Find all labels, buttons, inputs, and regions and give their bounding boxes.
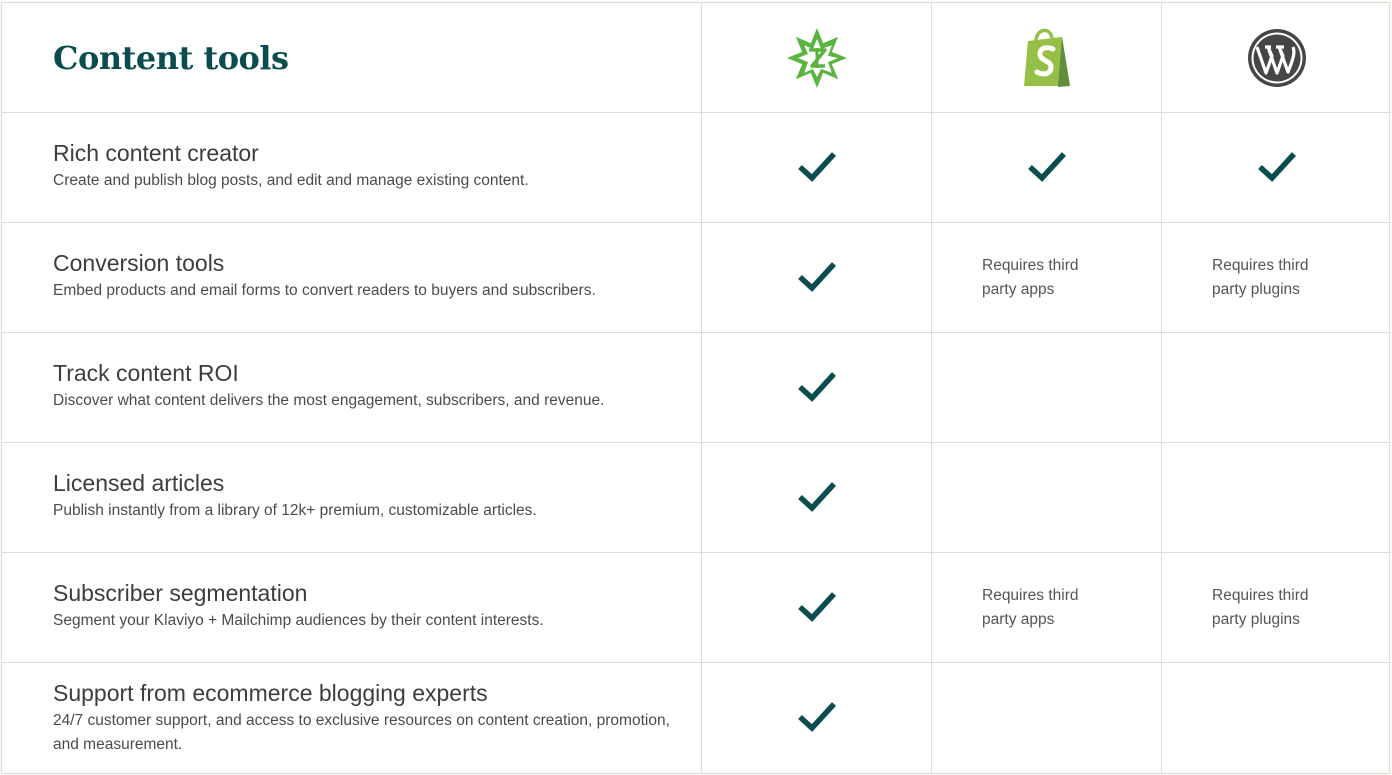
- table-cell-col1: [702, 333, 932, 443]
- table-cell-col1: [702, 443, 932, 553]
- table-header-title-cell: Content tools: [2, 3, 702, 113]
- table-cell-col1: [702, 113, 932, 223]
- requirement-note: Requires third party plugins: [1212, 587, 1309, 628]
- feature-name: Track content ROI: [53, 360, 239, 386]
- table-cell-col2-empty: [932, 333, 1162, 443]
- table-cell-col2-empty: [932, 663, 1162, 773]
- table-cell-col2: Requires third party apps: [932, 553, 1162, 663]
- feature-description: Discover what content delivers the most …: [53, 392, 605, 409]
- table-cell-col3-empty: [1162, 443, 1391, 553]
- table-cell-col2: [932, 113, 1162, 223]
- column-header-3: [1162, 3, 1391, 113]
- feature-description: Embed products and email forms to conver…: [53, 282, 596, 299]
- table-row-feature: Support from ecommerce blogging experts …: [2, 663, 702, 773]
- table-row-feature: Conversion tools Embed products and emai…: [2, 223, 702, 333]
- table-cell-col3: [1162, 113, 1391, 223]
- comparison-table: Content tools Rich content creator Creat…: [1, 2, 1391, 774]
- table-cell-col2: Requires third party apps: [932, 223, 1162, 333]
- column-header-1: [702, 3, 932, 113]
- checkmark-icon: [797, 371, 836, 402]
- table-cell-col1: [702, 223, 932, 333]
- table-row-feature: Subscriber segmentation Segment your Kla…: [2, 553, 702, 663]
- table-row-feature: Rich content creator Create and publish …: [2, 113, 702, 223]
- page: Content tools Rich content creator Creat…: [0, 0, 1392, 775]
- table-row-feature: Licensed articles Publish instantly from…: [2, 443, 702, 553]
- feature-description: 24/7 customer support, and access to exc…: [53, 712, 670, 753]
- wordpress-logo-icon: [1247, 28, 1306, 87]
- checkmark-icon: [797, 151, 836, 182]
- star-burst-logo-icon: [786, 27, 847, 88]
- feature-name: Licensed articles: [53, 470, 225, 496]
- checkmark-icon: [797, 481, 836, 512]
- column-header-2: [932, 3, 1162, 113]
- feature-name: Subscriber segmentation: [53, 580, 308, 606]
- checkmark-icon: [797, 591, 836, 622]
- table-cell-col3-empty: [1162, 663, 1391, 773]
- table-title: Content tools: [53, 38, 289, 77]
- requirement-note: Requires third party apps: [982, 587, 1079, 628]
- table-cell-col1: [702, 663, 932, 773]
- requirement-note: Requires third party apps: [982, 257, 1079, 298]
- requirement-note: Requires third party plugins: [1212, 257, 1309, 298]
- checkmark-icon: [1027, 151, 1066, 182]
- table-cell-col3: Requires third party plugins: [1162, 553, 1391, 663]
- table-cell-col3: Requires third party plugins: [1162, 223, 1391, 333]
- table-row-feature: Track content ROI Discover what content …: [2, 333, 702, 443]
- feature-name: Conversion tools: [53, 250, 225, 276]
- feature-description: Create and publish blog posts, and edit …: [53, 172, 529, 189]
- checkmark-icon: [797, 702, 836, 732]
- feature-name: Support from ecommerce blogging experts: [53, 680, 488, 706]
- feature-name: Rich content creator: [53, 140, 259, 166]
- table-cell-col3-empty: [1162, 333, 1391, 443]
- shopify-logo-icon: [1023, 28, 1070, 87]
- checkmark-icon: [797, 261, 836, 292]
- feature-description: Segment your Klaviyo + Mailchimp audienc…: [53, 612, 544, 629]
- table-cell-col2-empty: [932, 443, 1162, 553]
- table-cell-col1: [702, 553, 932, 663]
- feature-description: Publish instantly from a library of 12k+…: [53, 502, 537, 519]
- checkmark-icon: [1257, 151, 1296, 182]
